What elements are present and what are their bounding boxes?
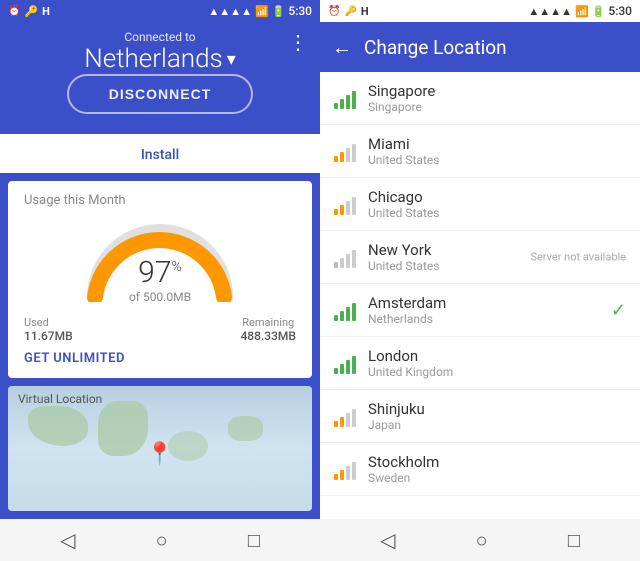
server-unavailable-label: Server not available xyxy=(530,251,626,264)
signal-bars-icon: ▲▲▲▲ xyxy=(208,5,252,18)
location-list[interactable]: SingaporeSingaporeMiamiUnited StatesChic… xyxy=(320,72,640,519)
usage-title: Usage this Month xyxy=(24,193,296,208)
remaining-stat: Remaining 488.33MB xyxy=(240,316,296,343)
remaining-value: 488.33MB xyxy=(240,329,296,343)
left-nav-bar: ◁ ○ □ xyxy=(0,519,320,561)
more-options-icon[interactable]: ⋮ xyxy=(288,30,308,54)
signal-strength-icon xyxy=(334,458,356,480)
right-recents-nav-icon[interactable]: □ xyxy=(568,528,580,553)
signal-strength-icon xyxy=(334,140,356,162)
right-back-nav-icon[interactable]: ◁ xyxy=(380,528,395,552)
signal-strength-icon xyxy=(334,246,356,268)
right-battery-icon: 🔋 xyxy=(592,5,606,18)
signal-strength-icon xyxy=(334,405,356,427)
left-status-bar: ⏰ 🔑 H ▲▲▲▲ 📶 🔋 5:30 xyxy=(0,0,320,22)
usage-card: Usage this Month 97% of 500.0MB Used 11.… xyxy=(8,181,312,378)
wifi-icon: 📶 xyxy=(255,5,269,18)
list-item[interactable]: AmsterdamNetherlands✓ xyxy=(320,284,640,337)
install-link[interactable]: Install xyxy=(141,147,179,163)
location-country: Japan xyxy=(368,418,626,432)
h-icon: H xyxy=(42,5,50,18)
right-h-icon: H xyxy=(361,5,369,18)
selected-checkmark-icon: ✓ xyxy=(611,300,626,321)
right-panel: ⏰ 🔑 H ▲▲▲▲ 📶 🔋 5:30 ← Change Location Si… xyxy=(320,0,640,561)
signal-strength-icon xyxy=(334,193,356,215)
get-unlimited-button[interactable]: GET UNLIMITED xyxy=(24,351,296,366)
change-location-title: Change Location xyxy=(364,36,507,59)
time-display: 5:30 xyxy=(288,4,312,18)
virtual-location-label: Virtual Location xyxy=(18,392,102,406)
usage-stats: Used 11.67MB Remaining 488.33MB xyxy=(24,316,296,343)
list-item[interactable]: SingaporeSingapore xyxy=(320,72,640,125)
right-alarm-icon: ⏰ xyxy=(328,6,340,17)
map-background: Virtual Location 📍 xyxy=(8,386,312,511)
usage-gauge: 97% of 500.0MB xyxy=(24,212,296,312)
gauge-text: 97% of 500.0MB xyxy=(129,255,191,304)
location-country: Netherlands xyxy=(368,312,626,326)
location-country: Sweden xyxy=(368,471,626,485)
right-time-display: 5:30 xyxy=(608,4,632,18)
list-item[interactable]: ChicagoUnited States xyxy=(320,178,640,231)
right-status-right: ▲▲▲▲ 📶 🔋 5:30 xyxy=(528,4,632,18)
location-name: Singapore xyxy=(368,82,626,100)
signal-strength-icon xyxy=(334,87,356,109)
remaining-label: Remaining xyxy=(240,316,296,329)
location-country: United States xyxy=(368,206,626,220)
right-status-bar: ⏰ 🔑 H ▲▲▲▲ 📶 🔋 5:30 xyxy=(320,0,640,22)
right-status-left: ⏰ 🔑 H xyxy=(328,5,369,18)
map-pin-icon: 📍 xyxy=(146,442,173,467)
gauge-of-label: of 500.0MB xyxy=(129,290,191,304)
right-wifi-icon: 📶 xyxy=(575,5,589,18)
location-name: Miami xyxy=(368,135,626,153)
status-bar-right: ▲▲▲▲ 📶 🔋 5:30 xyxy=(208,4,312,18)
alarm-icon: ⏰ xyxy=(8,6,20,17)
list-item[interactable]: LondonUnited Kingdom xyxy=(320,337,640,390)
location-name: Shinjuku xyxy=(368,400,626,418)
location-name: Chicago xyxy=(368,188,626,206)
location-country: United States xyxy=(368,153,626,167)
used-stat: Used 11.67MB xyxy=(24,316,73,343)
battery-icon: 🔋 xyxy=(272,5,286,18)
recents-nav-icon[interactable]: □ xyxy=(248,528,260,553)
install-banner: Install xyxy=(0,134,320,173)
list-item[interactable]: StockholmSweden xyxy=(320,443,640,496)
right-nav-bar: ◁ ○ □ xyxy=(320,519,640,561)
status-bar-left-icons: ⏰ 🔑 H xyxy=(8,5,50,18)
dropdown-arrow-icon: ▾ xyxy=(227,49,236,70)
location-name: London xyxy=(368,347,626,365)
right-key-icon: 🔑 xyxy=(344,6,356,17)
location-country: Singapore xyxy=(368,100,626,114)
map-section: Virtual Location 📍 xyxy=(8,386,312,511)
change-location-header: ← Change Location xyxy=(320,22,640,72)
list-item[interactable]: MiamiUnited States xyxy=(320,125,640,178)
location-name: Netherlands xyxy=(84,44,222,74)
list-item[interactable]: New YorkUnited StatesServer not availabl… xyxy=(320,231,640,284)
signal-strength-icon xyxy=(334,352,356,374)
connected-to-label: Connected to xyxy=(124,30,195,44)
back-nav-icon[interactable]: ◁ xyxy=(60,528,75,552)
key-icon: 🔑 xyxy=(24,5,38,18)
location-name: Amsterdam xyxy=(368,294,626,312)
right-home-nav-icon[interactable]: ○ xyxy=(476,528,488,553)
location-country: United Kingdom xyxy=(368,365,626,379)
current-location[interactable]: Netherlands ▾ xyxy=(84,44,236,74)
signal-strength-icon xyxy=(334,299,356,321)
gauge-percent: 97% xyxy=(138,255,182,290)
home-nav-icon[interactable]: ○ xyxy=(156,528,168,553)
used-value: 11.67MB xyxy=(24,329,73,343)
header: ⋮ Connected to Netherlands ▾ DISCONNECT xyxy=(0,22,320,134)
disconnect-button[interactable]: DISCONNECT xyxy=(67,74,254,114)
back-button[interactable]: ← xyxy=(332,35,352,60)
left-panel: ⏰ 🔑 H ▲▲▲▲ 📶 🔋 5:30 ⋮ Connected to Nethe… xyxy=(0,0,320,561)
list-item[interactable]: ShinjukuJapan xyxy=(320,390,640,443)
location-name: Stockholm xyxy=(368,453,626,471)
right-signal-icon: ▲▲▲▲ xyxy=(528,5,572,18)
used-label: Used xyxy=(24,316,73,329)
